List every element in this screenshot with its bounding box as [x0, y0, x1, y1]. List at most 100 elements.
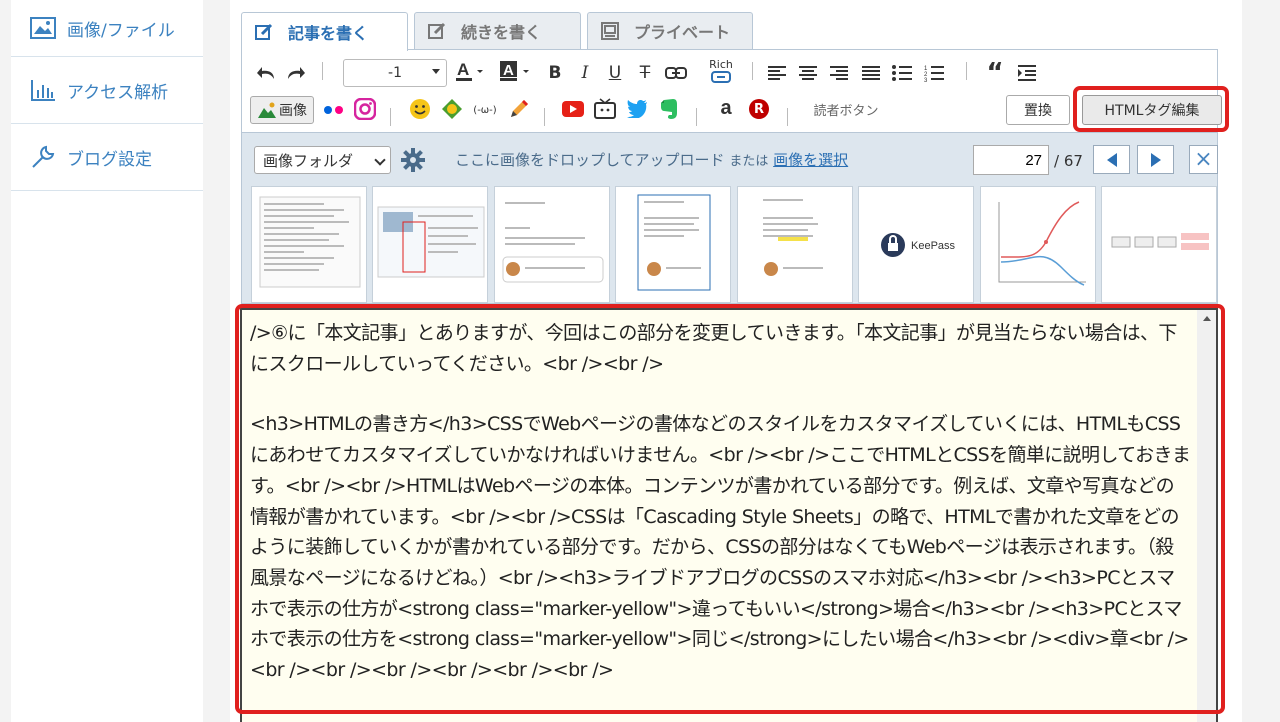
replace-button[interactable]: 置換	[1006, 95, 1070, 125]
instagram-icon[interactable]	[353, 98, 377, 120]
page-total: / 67	[1054, 152, 1083, 170]
arrow-right-icon	[1150, 152, 1161, 167]
next-page-button[interactable]	[1137, 145, 1174, 174]
text-color-button[interactable]: A	[454, 60, 486, 82]
keepass-label: KeePass	[911, 240, 956, 252]
sidebar-item-access-analysis[interactable]: アクセス解析	[11, 57, 203, 124]
rich-label: Rich	[709, 58, 733, 71]
align-right-icon[interactable]	[827, 62, 851, 84]
tab-private[interactable]: プライベート	[587, 12, 753, 49]
image-folder-value: 画像フォルダ	[263, 151, 354, 170]
italic-icon[interactable]: I	[575, 62, 595, 84]
close-icon: ×	[1194, 147, 1213, 172]
youtube-icon[interactable]	[561, 98, 585, 120]
sidebar-item-blog-settings[interactable]: ブログ設定	[11, 124, 203, 191]
strikethrough-icon[interactable]: T	[635, 62, 655, 84]
svg-text:3: 3	[924, 78, 928, 82]
chevron-down-icon	[374, 154, 386, 166]
underline-icon[interactable]: U	[605, 62, 625, 84]
vertical-scrollbar[interactable]	[1197, 310, 1216, 722]
image-insert-button[interactable]: 画像	[250, 96, 314, 124]
keepass-logo-icon: KeePass	[881, 233, 956, 257]
image-thumbnail[interactable]	[372, 186, 488, 303]
chevron-down-icon	[432, 69, 440, 74]
html-tag-edit-label: HTMLタグ編集	[1104, 103, 1200, 119]
sticker-icon[interactable]	[440, 98, 464, 120]
image-bar: 画像フォルダ ここに画像をドロップしてアップロード または 画像を選択 / 67…	[241, 133, 1218, 304]
tab-label: プライベート	[634, 23, 731, 42]
tab-label: 記事を書く	[288, 24, 369, 43]
link-icon	[711, 71, 731, 83]
rakuten-label: R	[749, 99, 769, 119]
numbered-list-icon[interactable]: 123	[922, 62, 946, 84]
evernote-icon[interactable]	[657, 98, 681, 120]
undo-icon[interactable]	[254, 62, 278, 84]
font-size-value: -1	[388, 65, 402, 81]
edit-icon	[427, 21, 447, 41]
sidebar-item-image-file[interactable]: 画像/ファイル	[11, 0, 203, 57]
tab-continue-article[interactable]: 続きを書く	[414, 12, 581, 49]
gear-icon[interactable]	[401, 148, 425, 172]
amazon-label: a	[720, 96, 732, 119]
bold-icon[interactable]: B	[545, 62, 565, 84]
toolbar-divider	[390, 108, 391, 126]
bar-chart-icon	[29, 76, 57, 104]
reader-button[interactable]: 読者ボタン	[808, 98, 884, 120]
image-thumbnail[interactable]	[494, 186, 610, 303]
scroll-up-icon[interactable]	[1203, 316, 1211, 321]
emoticon-label: (-ω-)	[473, 104, 497, 116]
editor-paragraph: <h3>HTMLの書き方</h3>CSSでWebページの書体などのスタイルをカス…	[250, 413, 1191, 682]
link-icon[interactable]	[663, 62, 689, 84]
align-left-icon[interactable]	[765, 62, 789, 84]
background-color-button[interactable]: A	[498, 60, 534, 82]
redo-icon[interactable]	[284, 62, 308, 84]
image-thumbnail[interactable]	[251, 186, 367, 303]
toolbar-divider	[322, 62, 323, 80]
toolbar-divider	[966, 62, 967, 80]
rich-link-button[interactable]: Rich	[704, 54, 738, 88]
tv-icon[interactable]	[593, 98, 617, 120]
sidebar-item-label: ブログ設定	[67, 149, 152, 170]
private-icon	[600, 21, 620, 41]
or-text: または	[729, 154, 769, 169]
emoticon-button[interactable]: (-ω-)	[470, 99, 500, 121]
html-tag-edit-button[interactable]: HTMLタグ編集	[1082, 95, 1222, 125]
select-image-link[interactable]: 画像を選択	[773, 151, 848, 169]
toolbar-divider	[696, 108, 697, 126]
editor-paragraph: />⑥に「本文記事」とありますが、今回はこの部分を変更していきます。「本文記事」…	[250, 322, 1177, 375]
rakuten-icon[interactable]: R	[747, 98, 771, 120]
tab-write-article[interactable]: 記事を書く	[241, 12, 408, 51]
image-thumbnail[interactable]	[615, 186, 731, 303]
image-thumbnail[interactable]: KeePass	[858, 186, 974, 303]
toolbar-divider	[544, 108, 545, 126]
prev-page-button[interactable]	[1093, 145, 1130, 174]
image-thumbnail[interactable]	[980, 186, 1096, 303]
twitter-icon[interactable]	[625, 98, 649, 120]
align-center-icon[interactable]	[796, 62, 820, 84]
arrow-left-icon	[1106, 152, 1117, 167]
toolbar-divider	[752, 62, 753, 80]
image-folder-select[interactable]: 画像フォルダ	[254, 146, 391, 174]
indent-icon[interactable]	[1015, 62, 1039, 84]
html-editor-content[interactable]: />⑥に「本文記事」とありますが、今回はこの部分を変更していきます。「本文記事」…	[250, 318, 1192, 716]
reader-button-label: 読者ボタン	[813, 103, 879, 119]
svg-text:A: A	[457, 60, 469, 79]
image-thumbnail[interactable]	[1101, 186, 1217, 303]
drop-zone-text[interactable]: ここに画像をドロップしてアップロード または 画像を選択	[455, 149, 848, 170]
quote-icon[interactable]: “	[983, 58, 1007, 88]
flickr-icon[interactable]	[322, 99, 346, 121]
amazon-icon[interactable]: a	[714, 97, 738, 119]
image-thumbnail[interactable]	[737, 186, 853, 303]
align-justify-icon[interactable]	[859, 62, 883, 84]
html-editor[interactable]: />⑥に「本文記事」とありますが、今回はこの部分を変更していきます。「本文記事」…	[240, 308, 1218, 722]
toolbar-divider	[787, 108, 788, 126]
smiley-icon[interactable]	[408, 98, 432, 120]
pencil-icon[interactable]	[507, 98, 531, 120]
close-button[interactable]: ×	[1189, 145, 1218, 174]
image-label: 画像	[279, 103, 307, 119]
editor-toolbar: -1 A A B I U T Rich 123 “ 画像 (-ω-) a R 読…	[241, 49, 1222, 133]
edit-icon	[254, 22, 274, 42]
page-number-input[interactable]	[973, 145, 1049, 175]
font-size-select[interactable]: -1	[343, 59, 447, 87]
bullet-list-icon[interactable]	[890, 62, 914, 84]
